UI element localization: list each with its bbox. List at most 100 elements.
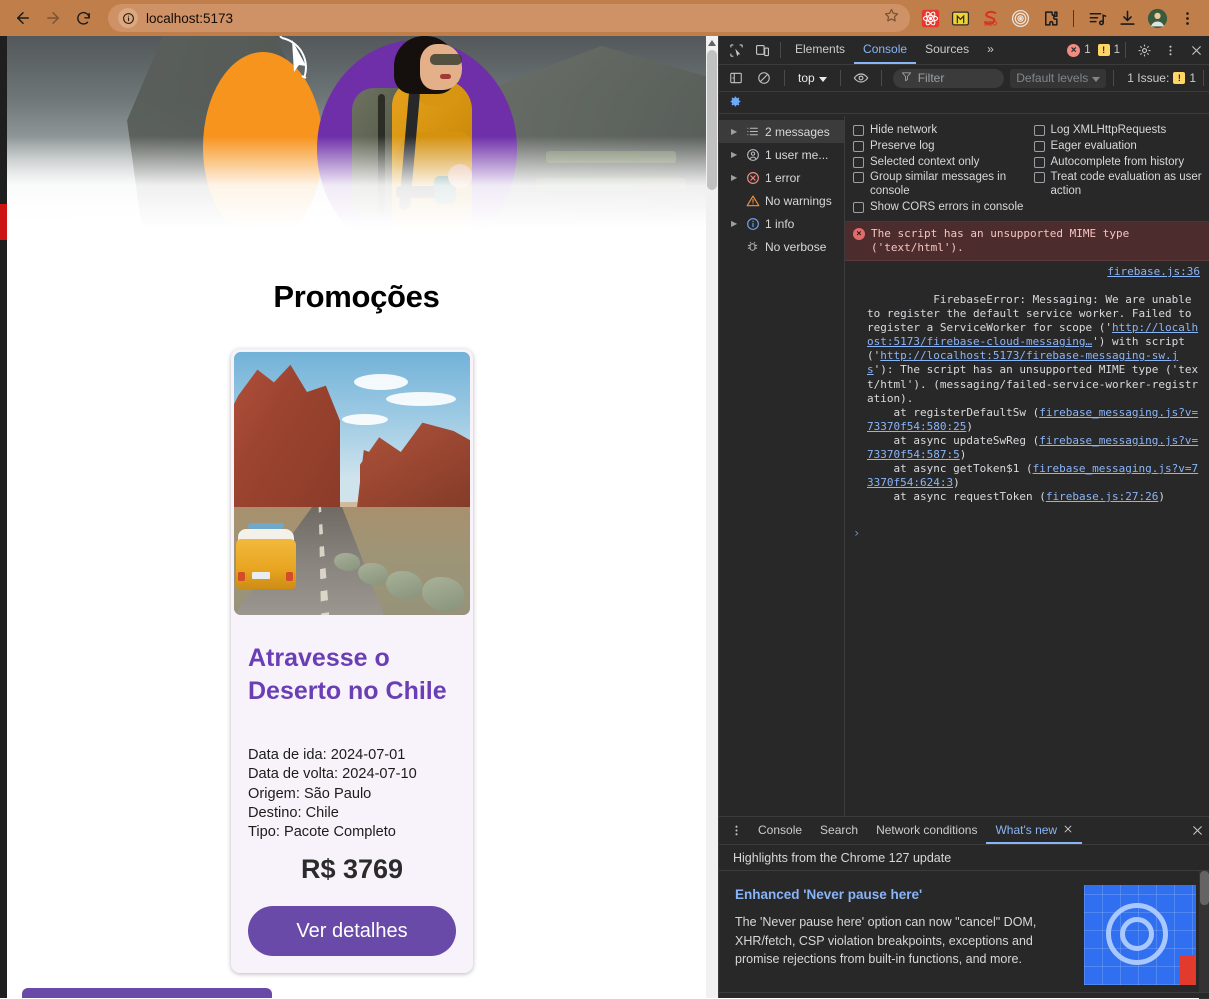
whats-new-body: Enhanced 'Never pause here' The 'Never p… — [719, 871, 1209, 997]
drawer-tab-network-conditions[interactable]: Network conditions — [867, 817, 986, 844]
puzzle-extensions-icon[interactable] — [1036, 4, 1064, 32]
checkbox-show-cors-errors[interactable]: Show CORS errors in console — [853, 201, 1030, 215]
expand-arrow-icon[interactable]: ▶ — [731, 173, 740, 182]
drawer-tabbar: Console Search Network conditions What's… — [719, 817, 1209, 845]
sidebar-item-warnings[interactable]: No warnings — [719, 189, 844, 212]
profile-avatar-icon[interactable] — [1143, 4, 1171, 32]
drawer-more-menu-icon[interactable] — [723, 818, 749, 844]
browser-toolbar: localhost:5173 SEO — [0, 0, 1209, 36]
console-error-banner[interactable]: × The script has an unsupported MIME typ… — [845, 222, 1209, 261]
address-bar[interactable]: localhost:5173 — [108, 4, 910, 32]
sidebar-item-user-messages[interactable]: ▶ 1 user me... — [719, 143, 844, 166]
drawer-tab-whats-new[interactable]: What's new — [986, 817, 1082, 844]
sidebar-item-info[interactable]: ▶ 1 info — [719, 212, 844, 235]
expand-arrow-icon[interactable]: ▶ — [731, 219, 740, 228]
devtools-close-icon[interactable] — [1183, 37, 1209, 63]
checkbox-eager-evaluation[interactable]: Eager evaluation — [1034, 140, 1209, 154]
devtools-more-menu-icon[interactable] — [1157, 37, 1183, 63]
page-scrollbar-thumb[interactable] — [707, 50, 717, 190]
close-icon[interactable] — [1063, 823, 1073, 837]
sidebar-item-verbose[interactable]: No verbose — [719, 235, 844, 258]
device-toolbar-icon[interactable] — [749, 37, 775, 63]
error-stack-link[interactable]: firebase.js:27:26 — [1046, 490, 1159, 503]
console-toolbar-divider-2 — [840, 70, 841, 86]
console-input-prompt[interactable]: › — [845, 522, 1209, 544]
drawer-close-icon[interactable] — [1184, 818, 1209, 844]
checkbox-group-similar-messages[interactable]: Group similar messages in console — [853, 171, 1030, 199]
checkbox-box[interactable] — [1034, 125, 1045, 136]
checkbox-box[interactable] — [1034, 157, 1045, 168]
warning-count-badge[interactable]: ! 1 — [1098, 44, 1120, 56]
live-expression-eye-icon[interactable] — [848, 65, 874, 91]
inspect-element-icon[interactable] — [723, 37, 749, 63]
checkbox-box[interactable] — [853, 141, 864, 152]
drawer-scrollbar-thumb[interactable] — [1200, 871, 1209, 905]
target-extension-icon[interactable] — [1006, 4, 1034, 32]
seo-extension-icon[interactable]: SEO — [976, 4, 1004, 32]
receive-notification-button[interactable]: Receber Notificação — [22, 988, 272, 998]
tab-sources[interactable]: Sources — [916, 36, 978, 64]
checkbox-hide-network[interactable]: Hide network — [853, 124, 1030, 138]
browser-menu-button[interactable] — [1173, 4, 1201, 32]
issues-indicator[interactable]: 1 Issue: ! 1 — [1121, 71, 1196, 85]
checkbox-preserve-log[interactable]: Preserve log — [853, 140, 1030, 154]
console-filter-input[interactable]: Filter — [893, 69, 1005, 88]
view-details-button[interactable]: Ver detalhes — [248, 906, 456, 956]
expand-arrow-icon[interactable]: ▶ — [731, 127, 740, 136]
svg-text:SEO: SEO — [983, 20, 996, 27]
back-button[interactable] — [8, 3, 38, 33]
error-source-link[interactable]: firebase.js:36 — [1107, 265, 1200, 279]
console-error-stack[interactable]: firebase.js:36 FirebaseError: Messaging:… — [845, 261, 1209, 522]
clear-console-icon[interactable] — [751, 65, 777, 91]
error-stack-link[interactable]: firebase_messaging.js?v=73370f54:624:3 — [867, 462, 1198, 489]
javascript-context-selector[interactable]: top — [792, 71, 833, 85]
blue-gear-icon[interactable] — [729, 95, 742, 111]
sidebar-item-messages[interactable]: ▶ 2 messages — [719, 120, 844, 143]
forward-button[interactable] — [38, 3, 68, 33]
drawer-tab-console[interactable]: Console — [749, 817, 811, 844]
tab-elements[interactable]: Elements — [786, 36, 854, 64]
checkbox-autocomplete-from-history[interactable]: Autocomplete from history — [1034, 156, 1209, 170]
more-tabs-button[interactable]: » — [978, 36, 1003, 64]
error-stack-link[interactable]: firebase_messaging.js?v=73370f54:580:25 — [867, 406, 1198, 433]
checkbox-selected-context-only[interactable]: Selected context only — [853, 156, 1030, 170]
checkbox-box[interactable] — [853, 202, 864, 213]
promotion-card[interactable]: Atravesse o Deserto no Chile Data de ida… — [231, 349, 473, 973]
drawer-tab-search[interactable]: Search — [811, 817, 867, 844]
error-count-badge[interactable]: × 1 — [1067, 44, 1090, 57]
bookmark-star-icon[interactable] — [883, 7, 900, 29]
checkbox-box[interactable] — [1034, 172, 1045, 183]
list-icon — [745, 124, 760, 139]
console-sidebar-toggle-icon[interactable] — [723, 65, 749, 91]
expand-arrow-icon[interactable]: ▶ — [731, 150, 740, 159]
checkbox-box[interactable] — [853, 157, 864, 168]
reload-button[interactable] — [68, 3, 98, 33]
wappalyzer-extension-icon[interactable] — [946, 4, 974, 32]
reading-list-icon[interactable] — [1083, 4, 1111, 32]
drawer-scrollbar[interactable] — [1199, 871, 1209, 999]
error-stack-link[interactable]: firebase_messaging.js?v=73370f54:587:5 — [867, 434, 1198, 461]
checkbox-selected-context-only-label: Selected context only — [870, 156, 979, 170]
detail-destination: Destino: Chile — [248, 804, 458, 823]
error-stack-link[interactable]: http://localhost:5173/firebase-messaging… — [867, 349, 1178, 376]
checkbox-box[interactable] — [1034, 141, 1045, 152]
page-scrollbar[interactable] — [706, 36, 718, 998]
page-viewport: Promoções Atravesse o Deserto no C — [0, 36, 718, 998]
checkbox-box[interactable] — [853, 125, 864, 136]
site-info-icon[interactable] — [118, 8, 138, 28]
devtools-bottom-strip — [719, 992, 1209, 998]
error-stack-link[interactable]: http://localhost:5173/firebase-cloud-mes… — [867, 321, 1198, 348]
devtools-settings-gear-icon[interactable] — [1131, 37, 1157, 63]
checkbox-log-xhr[interactable]: Log XMLHttpRequests — [1034, 124, 1209, 138]
scroll-up-arrow-icon[interactable] — [706, 36, 718, 49]
detail-departure-date: Data de ida: 2024-07-01 — [248, 746, 458, 765]
log-levels-dropdown[interactable]: Default levels — [1010, 69, 1106, 88]
console-error-banner-text: The script has an unsupported MIME type … — [871, 227, 1202, 255]
checkbox-box[interactable] — [853, 172, 864, 183]
sidebar-item-errors[interactable]: ▶ 1 error — [719, 166, 844, 189]
tab-console[interactable]: Console — [854, 36, 916, 64]
console-settings-panel: Hide network Log XMLHttpRequests Preserv… — [845, 116, 1209, 222]
react-devtools-extension-icon[interactable] — [916, 4, 944, 32]
checkbox-treat-code-evaluation[interactable]: Treat code evaluation as user action — [1034, 171, 1209, 199]
downloads-icon[interactable] — [1113, 4, 1141, 32]
